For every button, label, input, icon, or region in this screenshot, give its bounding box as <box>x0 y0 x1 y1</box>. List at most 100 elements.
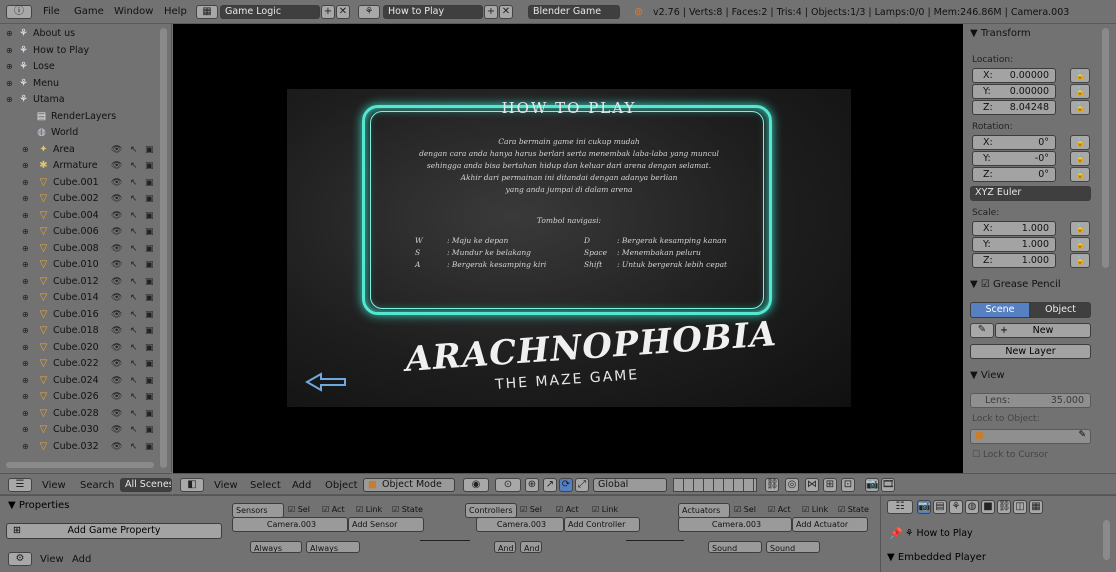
expand-icon[interactable]: ⊕ <box>22 257 30 273</box>
location-y-field[interactable]: Y: 0.00000 <box>972 84 1056 99</box>
expand-icon[interactable]: ⊕ <box>22 191 30 207</box>
outliner-row[interactable]: ⊕ ⚘ Lose <box>0 59 160 75</box>
eye-icon[interactable]: 👁 <box>111 422 122 438</box>
eye-icon[interactable]: 👁 <box>111 389 122 405</box>
expand-icon[interactable]: ⊕ <box>22 356 30 372</box>
render-icon[interactable]: ▣ <box>145 224 154 240</box>
gp-new-button[interactable]: + New <box>995 323 1091 338</box>
expand-icon[interactable]: ⊕ <box>22 158 30 174</box>
controllers-select[interactable]: Controllers <box>465 503 517 518</box>
scene-field[interactable]: How to Play <box>383 5 483 19</box>
eye-icon[interactable]: 👁 <box>111 356 122 372</box>
outliner-row[interactable]: ⊕ ▽ Cube.004 👁 ↖ ▣ <box>0 208 160 224</box>
eye-icon[interactable]: 👁 <box>111 191 122 207</box>
properties-editor-type-icon[interactable]: ☷ <box>887 500 913 514</box>
eye-icon[interactable]: 👁 <box>111 142 122 158</box>
location-z-field[interactable]: Z: 8.04248 <box>972 100 1056 115</box>
eye-icon[interactable]: 👁 <box>111 307 122 323</box>
controllers-link-checkbox[interactable]: ☑ Link <box>592 505 618 514</box>
controllers-act-checkbox[interactable]: ☑ Act <box>556 505 579 514</box>
expand-icon[interactable]: ⊕ <box>22 406 30 422</box>
add-screen-icon[interactable]: + <box>321 5 335 19</box>
expand-icon[interactable]: ⊕ <box>22 323 30 339</box>
outliner-row[interactable]: ⊕ ▽ Cube.032 👁 ↖ ▣ <box>0 439 160 455</box>
expand-icon[interactable]: ⊕ <box>22 274 30 290</box>
expand-icon[interactable]: ⊕ <box>22 422 30 438</box>
grease-pencil-header[interactable]: ▼ ☑ Grease Pencil <box>970 279 1061 290</box>
lock-to-cursor-checkbox[interactable]: ☐ Lock to Cursor <box>972 450 1048 460</box>
outliner-row[interactable]: ⊕ ▽ Cube.006 👁 ↖ ▣ <box>0 224 160 240</box>
outliner-row[interactable]: ⊕ ⚘ How to Play <box>0 43 160 59</box>
outliner-row[interactable]: ⊕ ▽ Cube.018 👁 ↖ ▣ <box>0 323 160 339</box>
expand-icon[interactable]: ⊕ <box>6 76 14 92</box>
render-icon[interactable]: ▣ <box>145 274 154 290</box>
outliner-row[interactable]: ⊕ ✦ Area 👁 ↖ ▣ <box>0 142 160 158</box>
view-menu[interactable]: View <box>214 480 238 491</box>
view-header[interactable]: ▼ View <box>970 370 1005 381</box>
view3d-editor-type-icon[interactable]: ◧ <box>180 478 204 492</box>
scale-icon[interactable]: ⤢ <box>575 478 589 492</box>
cursor-icon[interactable]: ↖ <box>130 191 138 207</box>
delete-scene-icon[interactable]: ✕ <box>499 5 513 19</box>
rotation-mode-select[interactable]: XYZ Euler <box>970 186 1091 201</box>
transform-header[interactable]: ▼ Transform <box>970 28 1031 39</box>
sound-actuator-name[interactable]: Sound <box>766 541 820 553</box>
expand-icon[interactable]: ⊕ <box>22 340 30 356</box>
render-icon[interactable]: ▣ <box>145 257 154 273</box>
eye-icon[interactable]: 👁 <box>111 323 122 339</box>
outliner-row[interactable]: ⊕ ▽ Cube.012 👁 ↖ ▣ <box>0 274 160 290</box>
select-menu[interactable]: Select <box>250 480 281 491</box>
renderlayers-tab-icon[interactable]: ▤ <box>933 500 947 514</box>
cursor-icon[interactable]: ↖ <box>130 356 138 372</box>
cursor-icon[interactable]: ↖ <box>130 373 138 389</box>
render-icon[interactable]: ▣ <box>145 208 154 224</box>
manipulator-icon[interactable]: ⊕ <box>525 478 539 492</box>
add-menu[interactable]: Add <box>292 480 311 491</box>
and-controller-name[interactable]: And <box>520 541 542 553</box>
lock-icon[interactable]: 🔒 <box>1070 84 1090 99</box>
expand-icon[interactable]: ⊕ <box>22 307 30 323</box>
eye-icon[interactable]: 👁 <box>111 373 122 389</box>
render-icon[interactable]: ▣ <box>145 373 154 389</box>
eye-icon[interactable]: 👁 <box>111 439 122 455</box>
cursor-icon[interactable]: ↖ <box>130 208 138 224</box>
scale-y-field[interactable]: Y: 1.000 <box>972 237 1056 252</box>
cursor-icon[interactable]: ↖ <box>130 389 138 405</box>
pivot-icon[interactable]: ⊙ <box>495 478 521 492</box>
outliner-row[interactable]: ⊕ ▽ Cube.016 👁 ↖ ▣ <box>0 307 160 323</box>
rotate-icon[interactable]: ⟳ <box>559 478 573 492</box>
lock-icon[interactable]: 🔒 <box>1070 237 1090 252</box>
outliner-scrollbar[interactable] <box>160 28 167 468</box>
cursor-icon[interactable]: ↖ <box>130 175 138 191</box>
object-menu[interactable]: Object <box>325 480 358 491</box>
eye-icon[interactable]: 👁 <box>111 175 122 191</box>
data-tab-icon[interactable]: ◫ <box>1013 500 1027 514</box>
add-game-property-button[interactable]: ⊞ Add Game Property <box>6 523 222 539</box>
cursor-icon[interactable]: ↖ <box>130 274 138 290</box>
cursor-icon[interactable]: ↖ <box>130 439 138 455</box>
sensors-link-checkbox[interactable]: ☑ Link <box>356 505 382 514</box>
expand-icon[interactable]: ⊕ <box>6 26 14 42</box>
cursor-icon[interactable]: ↖ <box>130 422 138 438</box>
cursor-icon[interactable]: ↖ <box>130 340 138 356</box>
cursor-icon[interactable]: ↖ <box>130 158 138 174</box>
logic-editor-type-icon[interactable]: ⚙ <box>8 552 32 566</box>
snap-target-icon[interactable]: ⊡ <box>841 478 855 492</box>
eye-icon[interactable]: 👁 <box>111 290 122 306</box>
outliner-row[interactable]: ⊕ ▽ Cube.024 👁 ↖ ▣ <box>0 373 160 389</box>
screen-layout-icon[interactable]: ▦ <box>196 5 218 19</box>
rotation-x-field[interactable]: X: 0° <box>972 135 1056 150</box>
pin-icon[interactable]: 📌 <box>889 527 903 540</box>
snap-element-icon[interactable]: ⊞ <box>823 478 837 492</box>
properties-scrollbar[interactable] <box>1102 28 1109 268</box>
cursor-icon[interactable]: ↖ <box>130 406 138 422</box>
render-icon[interactable]: ▣ <box>145 175 154 191</box>
cursor-icon[interactable]: ↖ <box>130 323 138 339</box>
cursor-icon[interactable]: ↖ <box>130 290 138 306</box>
render-icon[interactable]: ▣ <box>145 158 154 174</box>
gp-new-layer-button[interactable]: New Layer <box>970 344 1091 359</box>
render-icon[interactable]: ▣ <box>145 389 154 405</box>
render-icon[interactable]: ▣ <box>145 406 154 422</box>
expand-icon[interactable]: ⊕ <box>22 142 30 158</box>
always-sensor-name[interactable]: Always <box>306 541 360 553</box>
